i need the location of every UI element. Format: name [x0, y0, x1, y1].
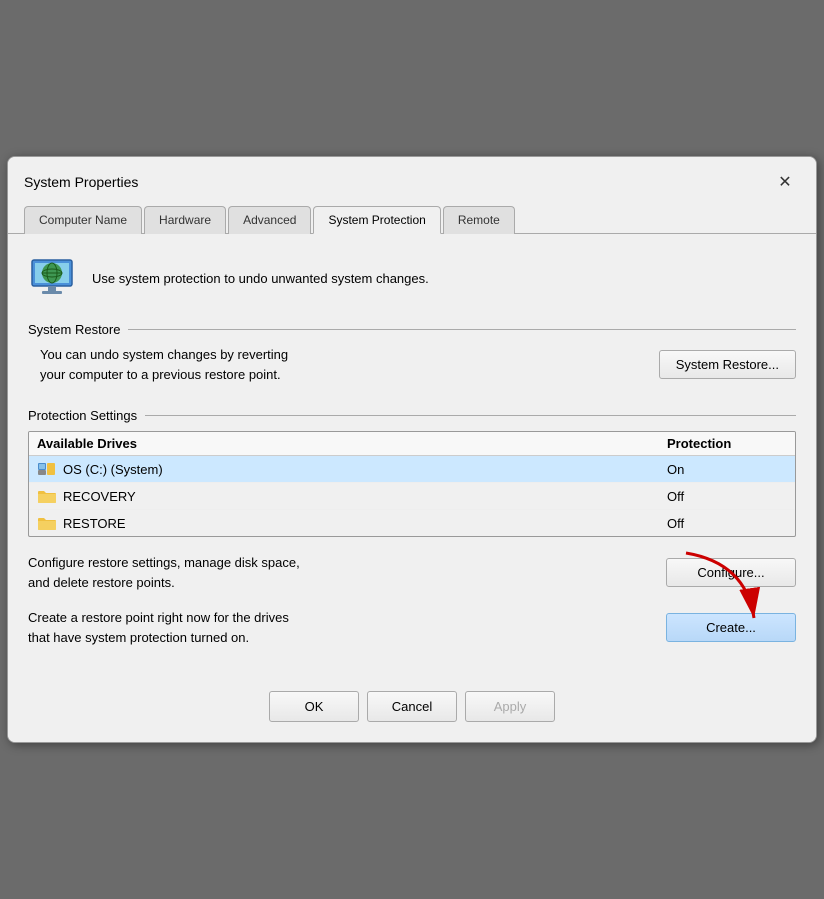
- footer: OK Cancel Apply: [8, 679, 816, 742]
- drive-protection: Off: [667, 489, 787, 504]
- tab-system-protection[interactable]: System Protection: [313, 206, 440, 234]
- window-title: System Properties: [24, 174, 138, 190]
- title-bar: System Properties ✕: [8, 157, 816, 197]
- create-description: Create a restore point right now for the…: [28, 608, 650, 647]
- drive-protection: Off: [667, 516, 787, 531]
- drives-table-header: Available Drives Protection: [29, 432, 795, 456]
- drive-name: RESTORE: [63, 516, 667, 531]
- apply-button[interactable]: Apply: [465, 691, 555, 722]
- hdd-icon: [37, 461, 57, 477]
- drive-row[interactable]: OS (C:) (System) On: [29, 456, 795, 483]
- system-restore-button[interactable]: System Restore...: [659, 350, 796, 379]
- drives-table: Available Drives Protection OS (C:) (Sys…: [28, 431, 796, 537]
- computer-icon: [28, 254, 76, 302]
- header-description: Use system protection to undo unwanted s…: [92, 271, 429, 286]
- restore-description: You can undo system changes by reverting…: [40, 345, 643, 384]
- drive-row[interactable]: RECOVERY Off: [29, 483, 795, 510]
- system-properties-window: System Properties ✕ Computer Name Hardwa…: [7, 156, 817, 743]
- header-section: Use system protection to undo unwanted s…: [28, 254, 796, 302]
- drive-row[interactable]: RESTORE Off: [29, 510, 795, 536]
- tab-computer-name[interactable]: Computer Name: [24, 206, 142, 234]
- drives-column-header: Available Drives: [37, 436, 667, 451]
- folder-icon: [37, 488, 57, 504]
- folder-icon: [37, 515, 57, 531]
- restore-row: You can undo system changes by reverting…: [28, 345, 796, 384]
- tab-bar: Computer Name Hardware Advanced System P…: [8, 197, 816, 234]
- drive-protection: On: [667, 462, 787, 477]
- drive-name: OS (C:) (System): [63, 462, 667, 477]
- configure-description: Configure restore settings, manage disk …: [28, 553, 650, 592]
- content-area: Use system protection to undo unwanted s…: [8, 234, 816, 679]
- drive-name: RECOVERY: [63, 489, 667, 504]
- configure-button[interactable]: Configure...: [666, 558, 796, 587]
- protection-settings-label: Protection Settings: [28, 408, 796, 423]
- close-button[interactable]: ✕: [770, 167, 800, 197]
- configure-row: Configure restore settings, manage disk …: [28, 553, 796, 592]
- create-button[interactable]: Create...: [666, 613, 796, 642]
- tab-advanced[interactable]: Advanced: [228, 206, 311, 234]
- ok-button[interactable]: OK: [269, 691, 359, 722]
- tab-hardware[interactable]: Hardware: [144, 206, 226, 234]
- system-restore-label: System Restore: [28, 322, 796, 337]
- system-restore-section: System Restore You can undo system chang…: [28, 322, 796, 384]
- cancel-button[interactable]: Cancel: [367, 691, 457, 722]
- protection-settings-section: Protection Settings Available Drives Pro…: [28, 408, 796, 647]
- config-create-wrapper: Configure restore settings, manage disk …: [28, 553, 796, 647]
- tab-remote[interactable]: Remote: [443, 206, 515, 234]
- protection-column-header: Protection: [667, 436, 787, 451]
- create-row: Create a restore point right now for the…: [28, 608, 796, 647]
